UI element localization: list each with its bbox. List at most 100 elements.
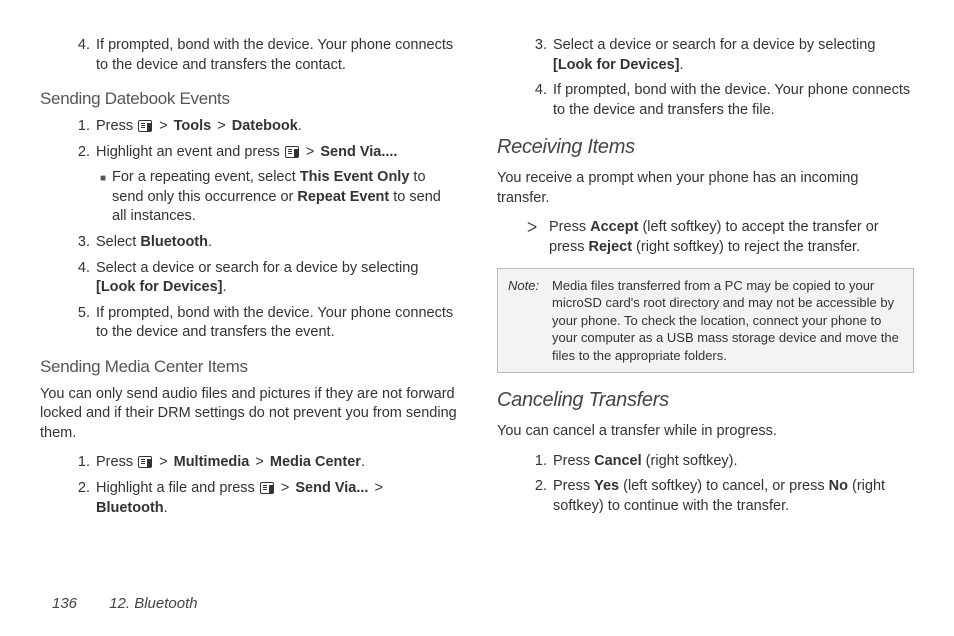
step-number: 1. [70, 117, 90, 137]
chevron-icon: > [306, 144, 314, 160]
bold-text: Tools [174, 118, 212, 134]
left-column: 4. If prompted, bond with the device. Yo… [40, 30, 457, 524]
step-number: 1. [70, 453, 90, 473]
list-item: 2. Press Yes (left softkey) to cancel, o… [527, 477, 914, 516]
list-item: 2. Highlight an event and press > Send V… [70, 143, 457, 163]
paragraph: You receive a prompt when your phone has… [497, 169, 914, 208]
bold-text: No [829, 478, 848, 494]
chevron-icon: > [159, 118, 167, 134]
text: . [223, 279, 227, 295]
chevron-icon: > [281, 480, 289, 496]
bold-text: Multimedia [174, 454, 250, 470]
text: Press [549, 219, 590, 235]
text: Press [96, 118, 137, 134]
text: For a repeating event, select [112, 169, 300, 185]
paragraph: You can only send audio files and pictur… [40, 385, 457, 444]
step-text: Press > Tools > Datebook. [96, 117, 457, 137]
text: Press [553, 453, 594, 469]
step-text: For a repeating event, select This Event… [112, 168, 457, 227]
page-footer: 136 12. Bluetooth [52, 595, 198, 612]
list-item: 1. Press > Multimedia > Media Center. [70, 453, 457, 473]
step-number: 2. [527, 477, 547, 516]
right-column: 3. Select a device or search for a devic… [497, 30, 914, 524]
text: Highlight an event and press [96, 144, 284, 160]
bold-text: Bluetooth [96, 500, 164, 516]
heading-sending-media-center: Sending Media Center Items [40, 357, 457, 377]
chevron-icon: > [159, 454, 167, 470]
step-text: Press Yes (left softkey) to cancel, or p… [553, 477, 914, 516]
bold-text: [Look for Devices] [96, 279, 223, 295]
step-text: If prompted, bond with the device. Your … [553, 81, 914, 120]
menu-icon [285, 146, 299, 158]
step-number: 2. [70, 143, 90, 163]
step-text: Press Accept (left softkey) to accept th… [549, 218, 914, 257]
chevron-icon: > [255, 454, 263, 470]
step-number: 3. [527, 36, 547, 75]
bold-text: Media Center [270, 454, 361, 470]
text: . [680, 57, 684, 73]
page-number: 136 [52, 595, 77, 612]
step-number: 3. [70, 233, 90, 253]
bold-text: Send Via.... [320, 144, 397, 160]
sub-list-item: ■ For a repeating event, select This Eve… [100, 168, 457, 227]
step-text: Select a device or search for a device b… [96, 259, 457, 298]
list-item: 3. Select Bluetooth. [70, 233, 457, 253]
menu-icon [260, 482, 274, 494]
list-item: 5. If prompted, bond with the device. Yo… [70, 304, 457, 343]
text: (left softkey) to cancel, or press [619, 478, 829, 494]
step-number: 4. [70, 36, 90, 75]
step-text: Select a device or search for a device b… [553, 36, 914, 75]
bold-text: Bluetooth [140, 234, 208, 250]
list-item: 4. If prompted, bond with the device. Yo… [527, 81, 914, 120]
list-item: 1. Press Cancel (right softkey). [527, 452, 914, 472]
step-text: If prompted, bond with the device. Your … [96, 36, 457, 75]
list-item: 4. Select a device or search for a devic… [70, 259, 457, 298]
paragraph: You can cancel a transfer while in progr… [497, 422, 914, 442]
text: Select a device or search for a device b… [553, 37, 875, 53]
bold-text: Accept [590, 219, 638, 235]
chevron-icon: > [374, 480, 382, 496]
bold-text: Datebook [232, 118, 298, 134]
bold-text: Cancel [594, 453, 642, 469]
menu-icon [138, 456, 152, 468]
list-item: 4. If prompted, bond with the device. Yo… [70, 36, 457, 75]
step-number: 1. [527, 452, 547, 472]
bold-text: This Event Only [300, 169, 410, 185]
bold-text: Repeat Event [297, 189, 389, 205]
list-item: 1. Press > Tools > Datebook. [70, 117, 457, 137]
text: (right softkey). [642, 453, 738, 469]
step-text: Highlight an event and press > Send Via.… [96, 143, 457, 163]
step-number: 4. [527, 81, 547, 120]
text: . [164, 500, 168, 516]
heading-canceling-transfers: Canceling Transfers [497, 389, 914, 412]
text: . [208, 234, 212, 250]
list-item: ᐳ Press Accept (left softkey) to accept … [527, 218, 914, 257]
text: Select a device or search for a device b… [96, 260, 418, 276]
bold-text: [Look for Devices] [553, 57, 680, 73]
step-text: Highlight a file and press > Send Via...… [96, 479, 457, 518]
bold-text: Send Via... [295, 480, 368, 496]
text: . [298, 118, 302, 134]
list-item: 3. Select a device or search for a devic… [527, 36, 914, 75]
bold-text: Yes [594, 478, 619, 494]
heading-sending-datebook: Sending Datebook Events [40, 89, 457, 109]
step-text: Press Cancel (right softkey). [553, 452, 914, 472]
step-text: If prompted, bond with the device. Your … [96, 304, 457, 343]
step-text: Press > Multimedia > Media Center. [96, 453, 457, 473]
arrow-icon: ᐳ [527, 218, 549, 257]
text: Press [96, 454, 137, 470]
list-item: 2. Highlight a file and press > Send Via… [70, 479, 457, 518]
text: Highlight a file and press [96, 480, 259, 496]
chapter-title: 12. Bluetooth [109, 595, 197, 612]
text: . [361, 454, 365, 470]
text: (right softkey) to reject the transfer. [632, 239, 860, 255]
chevron-icon: > [217, 118, 225, 134]
step-number: 2. [70, 479, 90, 518]
bold-text: Reject [589, 239, 633, 255]
step-number: 5. [70, 304, 90, 343]
note-body: Media files transferred from a PC may be… [552, 277, 903, 365]
step-number: 4. [70, 259, 90, 298]
note-label: Note: [508, 277, 552, 365]
page-columns: 4. If prompted, bond with the device. Yo… [40, 30, 914, 524]
menu-icon [138, 120, 152, 132]
